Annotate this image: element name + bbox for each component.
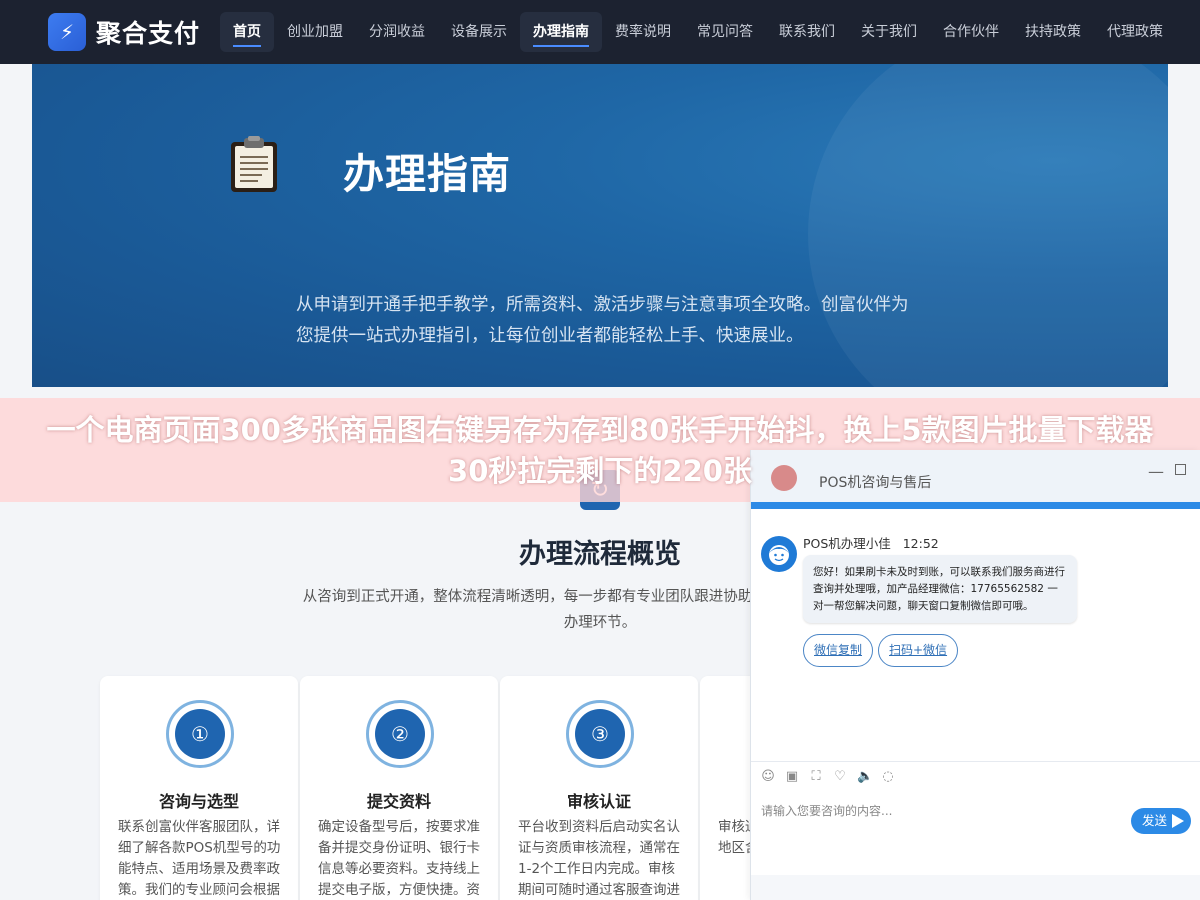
nav-item-support[interactable]: 扶持政策 bbox=[1012, 12, 1094, 52]
nav-item-partners[interactable]: 合作伙伴 bbox=[930, 12, 1012, 52]
emoji-icon[interactable]: ☺ bbox=[761, 770, 775, 784]
rate-icon[interactable]: ♡ bbox=[833, 770, 847, 784]
promo-text: 一个电商页面300多张商品图右键另存为存到80张手开始抖，换上5款图片批量下载器… bbox=[46, 413, 1154, 488]
process-card: ① 咨询与选型 联系创富伙伴客服团队，详细了解各款POS机型号的功能特点、适用场… bbox=[100, 676, 298, 900]
clipboard-icon bbox=[231, 136, 277, 192]
nav-item-guide[interactable]: 办理指南 bbox=[520, 12, 603, 52]
image-icon[interactable]: ▣ bbox=[785, 770, 799, 784]
card-title: 审核认证 bbox=[566, 792, 631, 811]
hero-banner: 办理指南 从申请到开通手把手教学，所需资料、激活步骤与注意事项全攻略。创富伙伴为… bbox=[32, 64, 1168, 387]
nav-item-devices[interactable]: 设备展示 bbox=[438, 12, 520, 52]
step-number-badge: ① bbox=[166, 700, 234, 768]
message-bubble: 您好！如果刷卡未及时到账，可以联系我们服务商进行查询并处理哦，加产品经理微信：1… bbox=[803, 555, 1077, 623]
copy-wechat-button[interactable]: 微信复制 bbox=[803, 634, 874, 667]
message-time: 12:52 bbox=[902, 536, 939, 551]
send-arrow-icon bbox=[1172, 814, 1184, 828]
lightning-icon: ⚡ bbox=[48, 13, 86, 51]
brand[interactable]: ⚡ 聚合支付 bbox=[48, 13, 200, 51]
card-description: 平台收到资料后启动实名认证与资质审核流程，通常在1-2个工作日内完成。审核期间可… bbox=[518, 819, 680, 898]
step-number-badge: ③ bbox=[566, 700, 634, 768]
maximize-icon[interactable] bbox=[1175, 464, 1186, 475]
nav-item-faq[interactable]: 常见问答 bbox=[684, 12, 766, 52]
user-face-icon bbox=[769, 545, 789, 565]
card-description: 联系创富伙伴客服团队，详细了解各款POS机型号的功能特点、适用场景及费率政策。我… bbox=[118, 819, 281, 898]
sound-icon[interactable]: 🔈 bbox=[857, 770, 873, 784]
avatar bbox=[761, 536, 797, 572]
card-title: 咨询与选型 bbox=[158, 792, 239, 811]
process-card: ③ 审核认证 平台收到资料后启动实名认证与资质审核流程，通常在1-2个工作日内完… bbox=[500, 676, 698, 900]
brand-name: 聚合支付 bbox=[96, 19, 201, 48]
chat-toolbar: ☺ ▣ ⛶ ♡ 🔈 ◌ bbox=[761, 770, 905, 784]
chat-history-icon[interactable]: ◌ bbox=[881, 770, 895, 784]
nav-item-home[interactable]: 首页 bbox=[220, 12, 275, 52]
chat-accent-bar bbox=[751, 502, 1200, 509]
nav-item-profit[interactable]: 分润收益 bbox=[356, 12, 438, 52]
nav-item-agent[interactable]: 代理政策 bbox=[1094, 12, 1176, 52]
sender-name: POS机办理小佳 bbox=[803, 536, 891, 551]
card-title: 提交资料 bbox=[366, 792, 431, 811]
step-number-badge: ② bbox=[366, 700, 434, 768]
send-button[interactable]: 发送 bbox=[1131, 808, 1191, 834]
nav-items: 首页 创业加盟 分润收益 设备展示 办理指南 费率说明 常见问答 联系我们 关于… bbox=[220, 12, 1176, 52]
page-title: 办理指南 bbox=[343, 150, 511, 198]
hero-description: 从申请到开通手把手教学，所需资料、激活步骤与注意事项全攻略。创富伙伴为您提供一站… bbox=[296, 295, 909, 346]
card-description: 确定设备型号后，按要求准备并提交身份证明、银行卡信息等必要资料。支持线上提交电子… bbox=[318, 819, 480, 898]
divider bbox=[751, 761, 1200, 762]
process-card: ② 提交资料 确定设备型号后，按要求准备并提交身份证明、银行卡信息等必要资料。支… bbox=[300, 676, 498, 900]
message-input[interactable]: 请输入您要咨询的内容... bbox=[761, 802, 1121, 819]
nav-item-franchise[interactable]: 创业加盟 bbox=[274, 12, 356, 52]
nav-item-rates[interactable]: 费率说明 bbox=[602, 12, 684, 52]
message-meta: POS机办理小佳 12:52 bbox=[803, 533, 939, 552]
chat-widget: POS机咨询与售后 — POS机办理小佳 12:52 您好！如果刷卡未及时到账，… bbox=[750, 450, 1200, 900]
chat-footer bbox=[751, 875, 1200, 900]
top-nav: ⚡ 聚合支付 首页 创业加盟 分润收益 设备展示 办理指南 费率说明 常见问答 … bbox=[0, 0, 1200, 64]
scan-wechat-button[interactable]: 扫码+微信 bbox=[878, 634, 959, 667]
nav-item-about[interactable]: 关于我们 bbox=[848, 12, 930, 52]
send-label: 发送 bbox=[1142, 813, 1168, 828]
screenshot-icon[interactable]: ⛶ bbox=[809, 770, 823, 784]
nav-item-contact[interactable]: 联系我们 bbox=[766, 12, 848, 52]
